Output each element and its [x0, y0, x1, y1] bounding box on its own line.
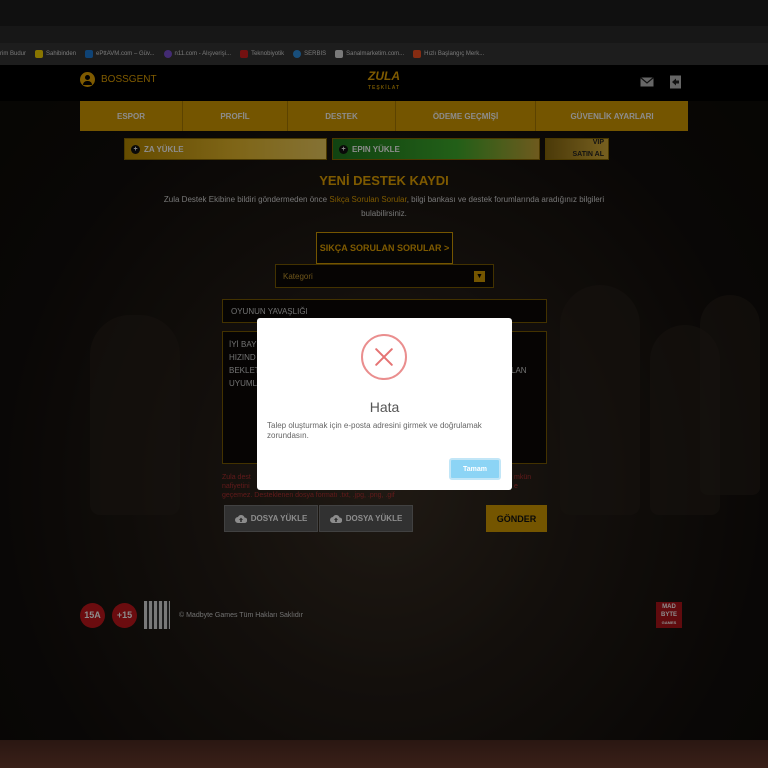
error-x-icon: [361, 334, 407, 380]
taskbar-strip: [0, 740, 768, 768]
dialog-title: Hata: [369, 399, 400, 415]
dialog-message: Talep oluşturmak için e-posta adresini g…: [267, 421, 482, 440]
screen: rim Budur Sahibinden ePttAVM.com – Güv... n…: [0, 0, 768, 768]
ok-button[interactable]: Tamam: [449, 458, 501, 480]
error-dialog: Hata Talep oluşturmak için e-posta adres…: [257, 318, 512, 490]
